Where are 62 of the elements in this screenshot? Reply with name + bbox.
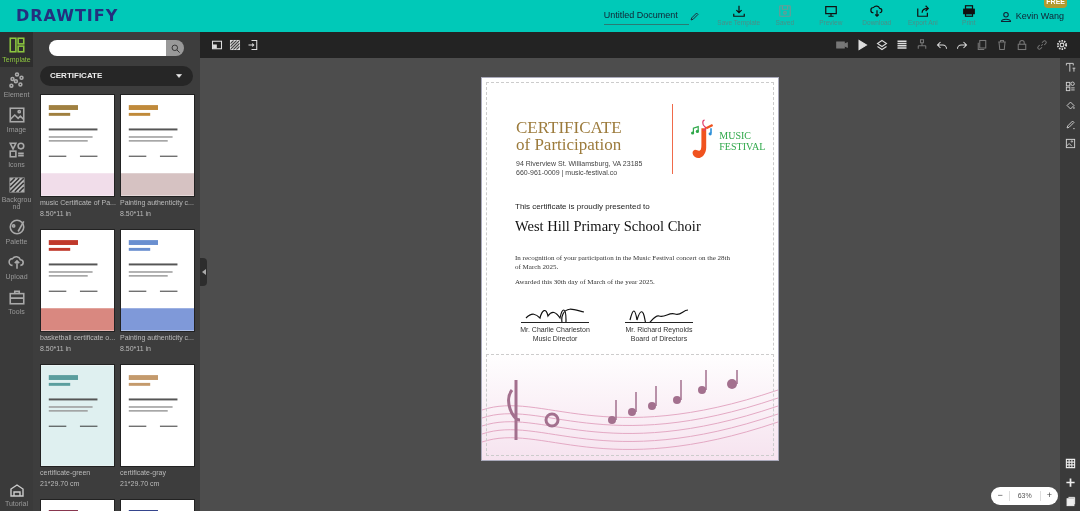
layers-icon: [876, 39, 888, 51]
template-thumbnail[interactable]: [40, 229, 115, 332]
trash-icon: [996, 39, 1008, 51]
settings-icon: [1056, 39, 1068, 51]
template-thumbnail[interactable]: [40, 94, 115, 197]
search-button[interactable]: [166, 40, 184, 56]
zoom-in-button[interactable]: +: [1040, 489, 1058, 503]
hierarchy-icon: [916, 39, 928, 51]
download-icon: [731, 4, 746, 19]
logo-text: MUSIC: [719, 129, 752, 141]
document-title[interactable]: Untitled Document: [603, 6, 689, 26]
redo-icon: [956, 39, 968, 51]
hatched-square-icon: [229, 39, 241, 51]
user-name[interactable]: Kevin Wang: [1015, 10, 1064, 24]
caret-icon: [175, 72, 183, 80]
shapes-icon: [7, 141, 26, 159]
shapes-icon: [1064, 81, 1076, 92]
copy-icon: [976, 39, 988, 51]
template-thumbnail[interactable]: [120, 229, 195, 332]
template-thumbnail[interactable]: [40, 364, 115, 467]
zoom-out-button[interactable]: −: [991, 489, 1009, 503]
text-icon: [1064, 62, 1076, 73]
grid-icon: [1064, 458, 1076, 469]
video-camera-icon: [836, 39, 848, 51]
image-icon: [7, 106, 26, 124]
toolbox-icon: [7, 288, 26, 306]
share-icon: [915, 4, 930, 19]
intro-text: This certificate is proudly presented to: [515, 201, 651, 214]
template-thumbnail[interactable]: [120, 364, 195, 467]
user-icon: [999, 11, 1012, 23]
cloud-upload-icon: [7, 253, 26, 271]
plus-icon: [1064, 477, 1076, 488]
paint-bucket-icon: [1064, 100, 1076, 111]
link-icon: [1036, 39, 1048, 51]
stacked-rows-icon: [896, 39, 908, 51]
hatched-square-icon: [7, 176, 26, 194]
monitor-icon: [823, 4, 838, 19]
certificate-title: CERTIFICATE: [516, 119, 623, 136]
search-field[interactable]: [49, 40, 166, 56]
palette-icon: [7, 218, 26, 236]
search-icon: [169, 42, 181, 54]
certificate-subtitle: of Participation: [516, 136, 623, 153]
image-icon: [1064, 138, 1076, 149]
sign-in-icon: [247, 39, 259, 51]
app-logo: DRAWTIFY: [16, 5, 119, 27]
resize-icon: [211, 39, 223, 51]
recipient-name: West Hill Primary School Choir: [515, 217, 702, 237]
pen-icon: [1064, 119, 1076, 130]
category-dropdown[interactable]: CERTIFICATE: [40, 66, 193, 86]
printer-icon: [961, 4, 976, 19]
play-icon: [856, 39, 868, 51]
pages-icon: [1064, 496, 1076, 507]
logo-text: FESTIVAL: [719, 140, 766, 152]
layout-icon: [7, 36, 26, 54]
collapse-handle[interactable]: [200, 258, 207, 286]
dots-icon: [7, 71, 26, 89]
cloud-download-icon: [869, 4, 884, 19]
pencil-icon[interactable]: [688, 10, 700, 22]
template-thumbnail[interactable]: [120, 94, 195, 197]
house-icon: [8, 482, 25, 498]
lock-icon: [1016, 39, 1028, 51]
undo-icon: [936, 39, 948, 51]
